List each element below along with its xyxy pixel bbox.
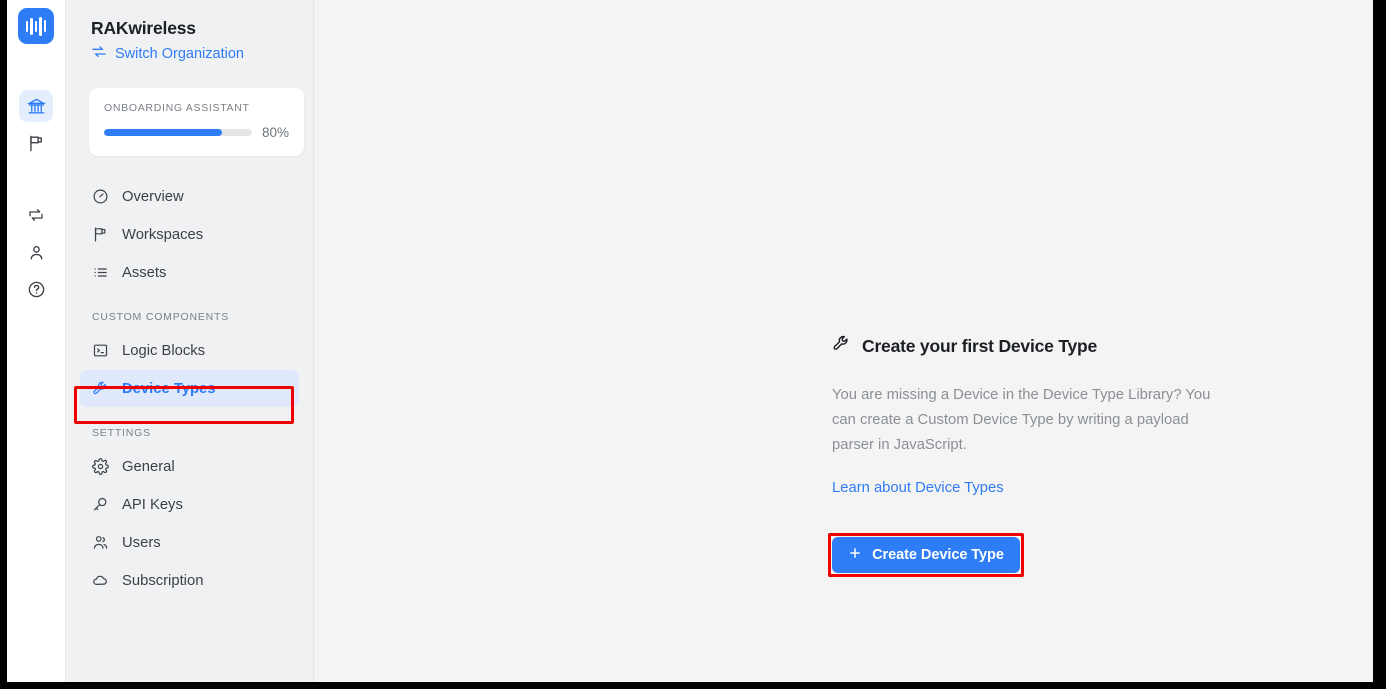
help-circle-icon xyxy=(27,280,46,299)
rail-item-transfer[interactable] xyxy=(19,199,53,231)
flag-icon xyxy=(92,226,109,243)
sidebar-item-subscription[interactable]: Subscription xyxy=(80,562,299,599)
switch-organization-link[interactable]: Switch Organization xyxy=(80,39,299,64)
sidebar: RAKwireless Switch Organization ONBOARDI… xyxy=(66,0,314,682)
rail-item-account[interactable] xyxy=(19,236,53,268)
cloud-icon xyxy=(92,572,109,589)
icon-rail xyxy=(7,0,66,682)
user-icon xyxy=(27,243,46,262)
onboarding-label: ONBOARDING ASSISTANT xyxy=(104,102,250,114)
learn-about-device-types-link[interactable]: Learn about Device Types xyxy=(832,480,1004,496)
wrench-icon xyxy=(92,380,109,397)
main-content: Create your first Device Type You are mi… xyxy=(314,0,1373,682)
sidebar-item-label: Overview xyxy=(122,188,184,205)
sidebar-item-device-types[interactable]: Device Types xyxy=(80,370,299,407)
empty-state: Create your first Device Type You are mi… xyxy=(828,334,1232,577)
sidebar-item-general[interactable]: General xyxy=(80,448,299,485)
empty-state-heading: Create your first Device Type xyxy=(832,334,1232,358)
settings-section-label: SETTINGS xyxy=(92,427,151,439)
swap-icon xyxy=(27,206,45,224)
rail-item-workspaces[interactable] xyxy=(19,127,53,159)
create-device-type-label: Create Device Type xyxy=(872,547,1004,563)
sidebar-item-overview[interactable]: Overview xyxy=(80,178,299,215)
sidebar-item-label: Device Types xyxy=(122,380,216,397)
sidebar-item-users[interactable]: Users xyxy=(80,524,299,561)
progress-track xyxy=(104,129,252,136)
sidebar-item-label: General xyxy=(122,458,175,475)
create-device-type-wrapper: Create Device Type xyxy=(828,533,1028,577)
gauge-icon xyxy=(92,188,109,205)
switch-organization-label: Switch Organization xyxy=(115,46,244,62)
organization-title: RAKwireless xyxy=(91,18,196,38)
sidebar-item-assets[interactable]: Assets xyxy=(80,254,299,291)
app-window: RAKwireless Switch Organization ONBOARDI… xyxy=(7,0,1373,682)
sidebar-item-label: Logic Blocks xyxy=(122,342,206,359)
plus-icon xyxy=(848,546,862,564)
users-icon xyxy=(92,534,109,551)
empty-state-title: Create your first Device Type xyxy=(862,335,1098,356)
bank-icon xyxy=(26,97,46,116)
gear-icon xyxy=(92,458,109,475)
custom-components-section-label: CUSTOM COMPONENTS xyxy=(92,311,230,323)
sidebar-item-label: Subscription xyxy=(122,572,204,589)
sidebar-nav: Overview Workspaces Assets CUSTOM COMPON… xyxy=(80,178,299,599)
swap-arrows-icon xyxy=(91,44,107,64)
key-icon xyxy=(92,496,109,513)
sidebar-item-api-keys[interactable]: API Keys xyxy=(80,486,299,523)
sidebar-item-logic-blocks[interactable]: Logic Blocks xyxy=(80,332,299,369)
progress-percent: 80% xyxy=(261,125,289,140)
onboarding-progress-row: 80% xyxy=(104,125,289,140)
wrench-icon xyxy=(832,334,851,358)
empty-state-description: You are missing a Device in the Device T… xyxy=(832,387,1211,453)
onboarding-assistant-card[interactable]: ONBOARDING ASSISTANT 80% xyxy=(89,88,304,156)
sidebar-item-label: API Keys xyxy=(122,496,183,513)
rail-item-organization[interactable] xyxy=(19,90,53,122)
terminal-icon xyxy=(92,342,109,359)
list-icon xyxy=(92,264,109,281)
progress-fill xyxy=(104,129,223,136)
sidebar-item-label: Users xyxy=(122,534,161,551)
sidebar-item-label: Assets xyxy=(122,264,167,281)
create-device-type-button[interactable]: Create Device Type xyxy=(832,537,1020,573)
sidebar-item-label: Workspaces xyxy=(122,226,204,243)
rail-item-help[interactable] xyxy=(19,273,53,305)
flag-icon xyxy=(27,134,46,153)
sidebar-item-workspaces[interactable]: Workspaces xyxy=(80,216,299,253)
rakwireless-logo[interactable] xyxy=(18,8,54,44)
